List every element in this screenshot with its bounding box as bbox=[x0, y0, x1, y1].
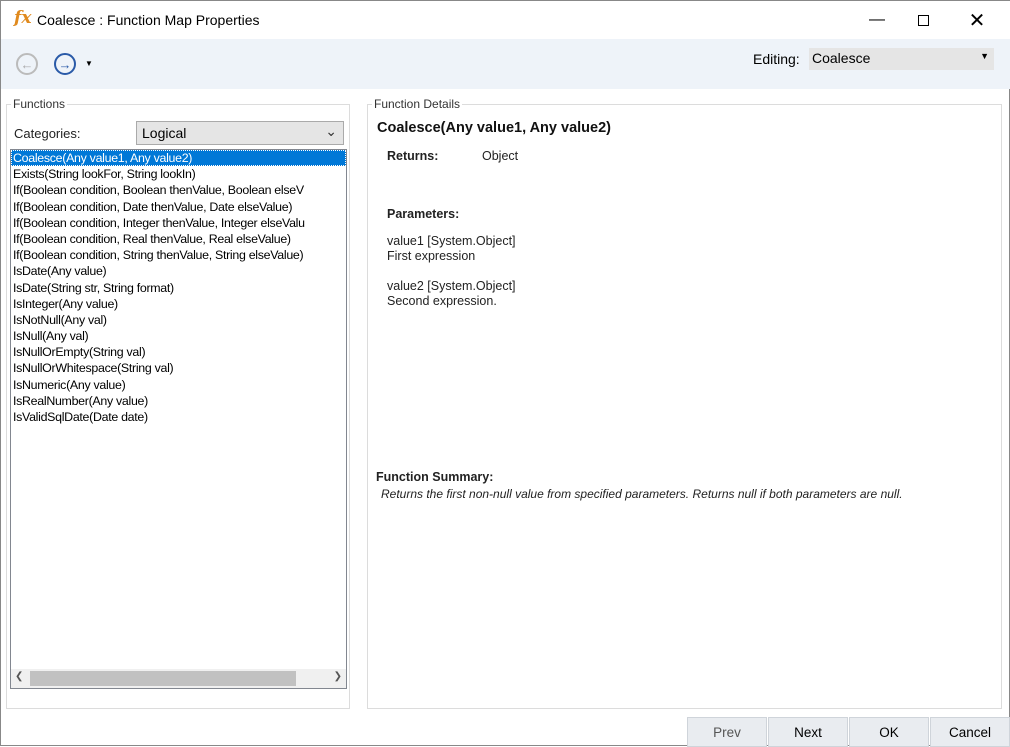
list-item[interactable]: IsInteger(Any value) bbox=[11, 296, 346, 312]
category-value: Logical bbox=[142, 125, 187, 141]
parameters-label: Parameters: bbox=[387, 207, 460, 221]
categories-label: Categories: bbox=[14, 126, 81, 141]
functions-legend: Functions bbox=[13, 97, 66, 111]
back-button[interactable]: ← bbox=[16, 53, 38, 75]
scroll-left-icon[interactable]: ❮ bbox=[15, 671, 23, 682]
returns-label: Returns: bbox=[387, 149, 439, 163]
details-legend: Function Details bbox=[374, 97, 461, 111]
list-item[interactable]: If(Boolean condition, Real thenValue, Re… bbox=[11, 231, 346, 247]
list-item[interactable]: If(Boolean condition, Boolean thenValue,… bbox=[11, 182, 346, 198]
returns-value: Object bbox=[482, 149, 519, 163]
window-title: Coalesce : Function Map Properties bbox=[37, 12, 260, 28]
param-name: value2 [System.Object] bbox=[387, 279, 516, 293]
scroll-right-icon[interactable]: ❯ bbox=[334, 671, 342, 682]
categories-select[interactable]: Logical ⌄ bbox=[136, 121, 344, 145]
toolbar: ← → ▼ Editing: Coalesce ▼ bbox=[1, 39, 1010, 89]
list-item[interactable]: IsValidSqlDate(Date date) bbox=[11, 409, 346, 425]
arrow-right-icon: → bbox=[58, 56, 72, 72]
fx-icon: fx bbox=[14, 8, 32, 28]
arrow-left-icon: ← bbox=[20, 56, 34, 72]
scroll-thumb[interactable] bbox=[30, 671, 296, 686]
param-name: value1 [System.Object] bbox=[387, 234, 516, 248]
list-item[interactable]: Exists(String lookFor, String lookIn) bbox=[11, 166, 346, 182]
editing-value: Coalesce bbox=[812, 50, 871, 66]
forward-button[interactable]: → bbox=[54, 53, 76, 75]
list-item[interactable]: IsNumeric(Any value) bbox=[11, 377, 346, 393]
summary-text: Returns the first non-null value from sp… bbox=[381, 487, 903, 501]
list-item[interactable]: IsRealNumber(Any value) bbox=[11, 393, 346, 409]
list-item[interactable]: IsDate(Any value) bbox=[11, 263, 346, 279]
ok-button[interactable]: OK bbox=[849, 717, 929, 747]
param-desc: Second expression. bbox=[387, 294, 497, 308]
function-signature: Coalesce(Any value1, Any value2) bbox=[377, 120, 611, 136]
close-button[interactable]: ✕ bbox=[954, 1, 1000, 39]
forward-dropdown-icon[interactable]: ▼ bbox=[85, 59, 93, 68]
functions-list[interactable]: Coalesce(Any value1, Any value2) Exists(S… bbox=[10, 149, 347, 689]
list-item[interactable]: If(Boolean condition, Integer thenValue,… bbox=[11, 215, 346, 231]
list-item[interactable]: IsNullOrEmpty(String val) bbox=[11, 344, 346, 360]
horizontal-scrollbar[interactable]: ❮ ❯ bbox=[11, 669, 346, 688]
editing-label: Editing: bbox=[753, 51, 800, 67]
list-item[interactable]: If(Boolean condition, String thenValue, … bbox=[11, 247, 346, 263]
cancel-button[interactable]: Cancel bbox=[930, 717, 1010, 747]
maximize-button[interactable] bbox=[900, 1, 946, 39]
summary-label: Function Summary: bbox=[376, 470, 494, 484]
list-item[interactable]: If(Boolean condition, Date thenValue, Da… bbox=[11, 199, 346, 215]
param-desc: First expression bbox=[387, 249, 476, 263]
list-item[interactable]: IsNull(Any val) bbox=[11, 328, 346, 344]
function-details-group: Function Details bbox=[367, 97, 1002, 709]
next-button[interactable]: Next bbox=[768, 717, 848, 747]
chevron-down-icon: ⌄ bbox=[325, 123, 337, 139]
list-item[interactable]: IsNullOrWhitespace(String val) bbox=[11, 360, 346, 376]
minimize-button[interactable]: — bbox=[854, 1, 900, 39]
list-item[interactable]: IsNotNull(Any val) bbox=[11, 312, 346, 328]
title-bar: fx Coalesce : Function Map Properties — … bbox=[1, 1, 1010, 39]
prev-button[interactable]: Prev bbox=[687, 717, 767, 747]
list-item[interactable]: IsDate(String str, String format) bbox=[11, 280, 346, 296]
list-item[interactable]: Coalesce(Any value1, Any value2) bbox=[11, 150, 346, 167]
dropdown-arrow-icon: ▼ bbox=[980, 51, 989, 61]
editing-select[interactable]: Coalesce ▼ bbox=[809, 48, 994, 70]
